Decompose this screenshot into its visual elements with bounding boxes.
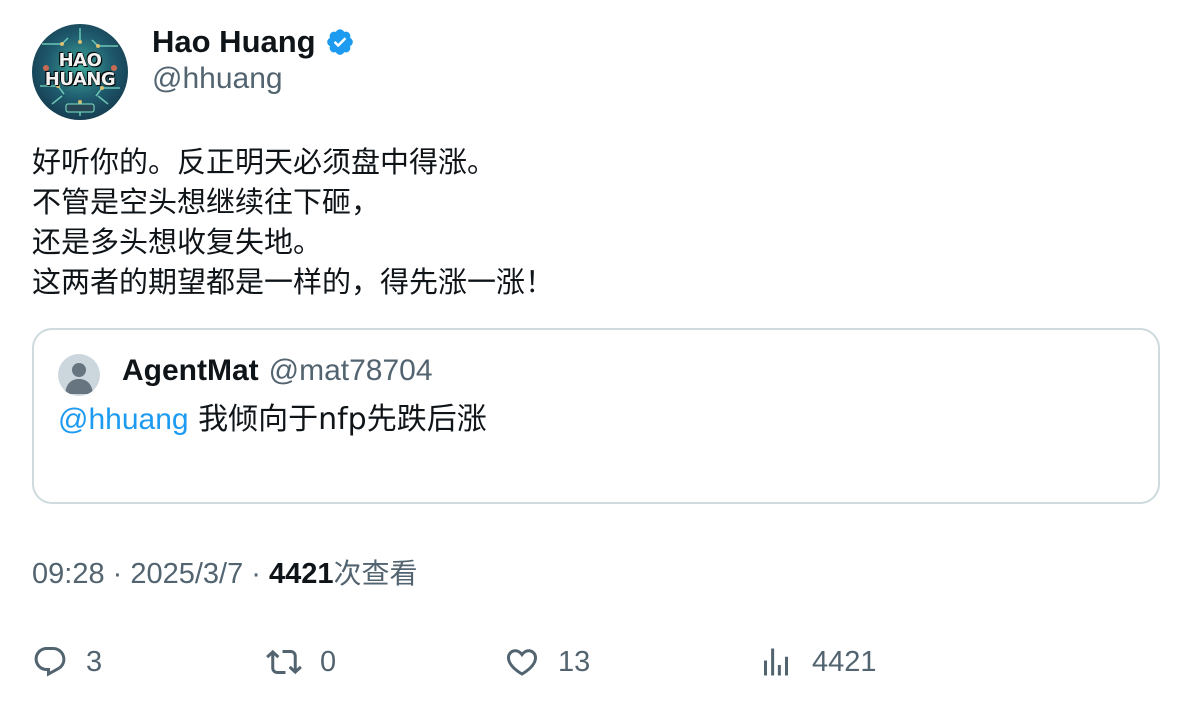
meta-separator: · [104,558,131,590]
like-button[interactable]: 13 [504,640,590,684]
author-display-name[interactable]: Hao Huang [152,24,316,60]
default-avatar-icon[interactable] [58,354,100,396]
mention-link[interactable]: @hhuang [58,403,189,436]
quoted-tweet-body: 我倾向于nfp先跌后涨 [188,402,487,437]
retweet-count: 0 [320,645,337,678]
tweet-line: 这两者的期望都是一样的，得先涨一涨！ [32,265,555,299]
like-count: 13 [558,645,591,678]
author-avatar[interactable]: HAO HUANG [32,24,128,120]
meta-separator: · [243,558,270,590]
views-icon [764,648,788,676]
reply-button[interactable]: 3 [32,640,102,684]
views-count: 4421 [269,558,334,590]
tweet-meta: 09:28 · 2025/3/7 · 4421次查看 [32,554,418,594]
quoted-display-name[interactable]: AgentMat [122,354,259,388]
tweet-line: 好听你的。反正明天必须盘中得涨。 [32,145,497,179]
reply-icon [34,647,66,677]
views-stat-count: 4421 [812,645,877,678]
quoted-tweet-card[interactable]: AgentMat @mat78704 @hhuang 我倾向于nfp先跌后涨 [32,328,1160,504]
reply-count: 3 [86,645,103,678]
tweet-text: 好听你的。反正明天必须盘中得涨。 不管是空头想继续往下砸， 还是多头想收复失地。… [32,142,1162,302]
retweet-button[interactable]: 0 [266,640,336,684]
author-handle[interactable]: @hhuang [152,62,283,96]
quoted-handle[interactable]: @mat78704 [269,354,433,388]
avatar-logo-text: HAO HUANG [44,50,116,90]
retweet-icon [266,649,302,675]
author-name-row: Hao Huang [152,22,355,62]
views-label: 次查看 [333,557,418,590]
tweet-date[interactable]: 2025/3/7 [130,558,243,590]
like-icon [506,649,538,676]
tweet-time[interactable]: 09:28 [32,558,105,590]
tweet-line: 还是多头想收复失地。 [32,225,323,259]
tweet-line: 不管是空头想继续往下砸， [32,185,381,219]
quoted-tweet-text: @hhuang 我倾向于nfp先跌后涨 [58,400,487,440]
views-button[interactable]: 4421 [758,640,877,684]
quoted-tweet-header: AgentMat @mat78704 [122,350,433,392]
verified-badge-icon[interactable] [325,27,355,57]
